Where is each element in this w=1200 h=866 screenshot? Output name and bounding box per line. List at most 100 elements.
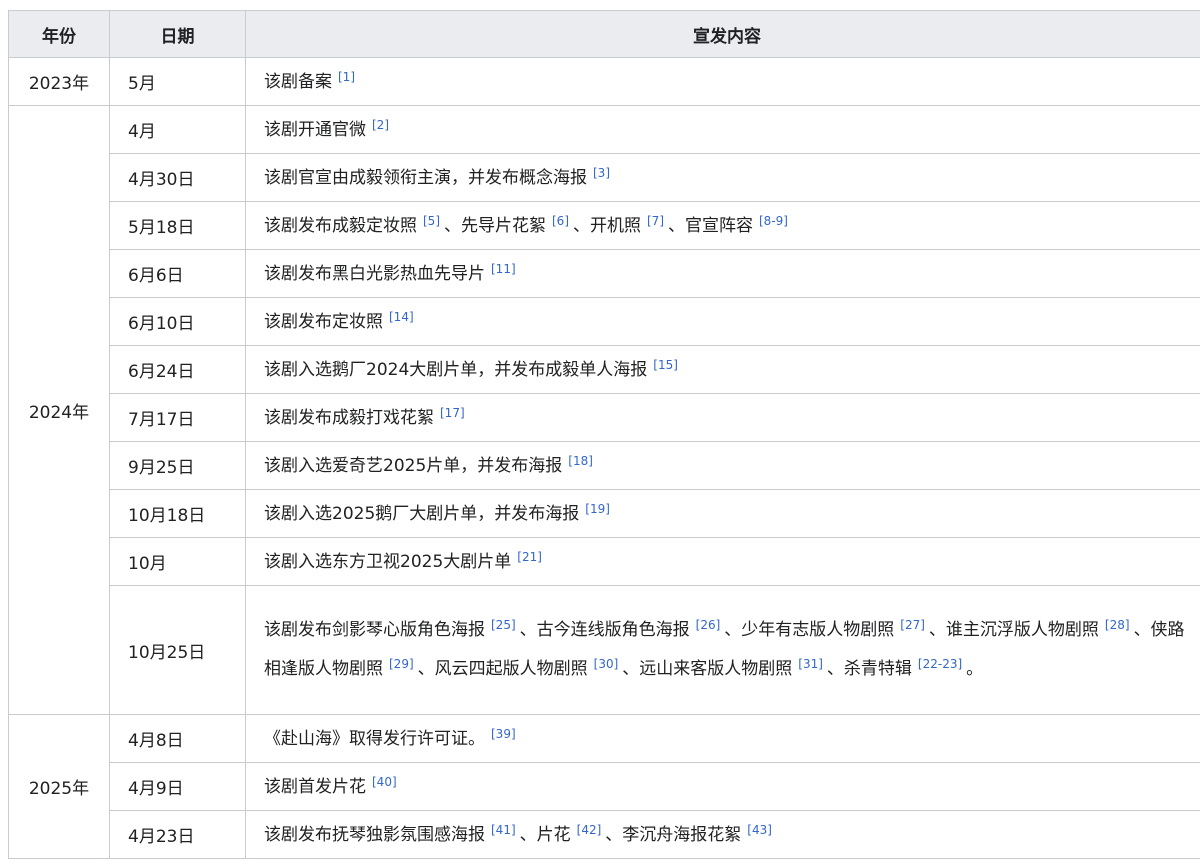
reference-link[interactable]: [14] [389, 310, 414, 324]
page: 年份 日期 宣发内容 2023年 5月 该剧备案 [1] 2024年 4月 该剧开… [0, 0, 1200, 866]
table-row: 4月30日 该剧官宣由成毅领衔主演，并发布概念海报 [3] [9, 153, 1200, 202]
table-row: 5月18日 该剧发布成毅定妆照 [5] 、先导片花絮 [6] 、开机照 [7] 、官宣阵容 [… [9, 201, 1200, 250]
date-cell: 6月6日 [109, 249, 246, 298]
date-cell: 6月10日 [109, 297, 246, 346]
content-cell: 该剧发布抚琴独影氛围感海报 [41] 、片花 [42] 、李沉舟海报花絮 [43] [245, 810, 1200, 859]
reference-link[interactable]: [19] [585, 502, 610, 516]
reference-link[interactable]: [29] [389, 657, 414, 671]
content-text: 、片花 [519, 824, 571, 845]
reference-link[interactable]: [22-23] [918, 657, 962, 671]
content-text: 该剧入选爱奇艺2025片单，并发布海报 [264, 455, 563, 476]
content-text: 该剧入选鹅厂2024大剧片单，并发布成毅单人海报 [264, 359, 648, 380]
date-cell: 4月23日 [109, 810, 246, 859]
reference-link[interactable]: [43] [747, 823, 772, 837]
content-text: 、远山来客版人物剧照 [622, 659, 793, 679]
content-text: 、杀青特辑 [826, 659, 912, 679]
content-text: 、李沉舟海报花絮 [605, 824, 742, 845]
date-cell: 4月30日 [109, 153, 246, 202]
table-row: 2023年 5月 该剧备案 [1] [8, 57, 1200, 106]
header-date: 日期 [109, 10, 246, 58]
content-cell: 该剧官宣由成毅领衔主演，并发布概念海报 [3] [245, 153, 1200, 202]
header-content: 宣发内容 [245, 10, 1200, 58]
reference-link[interactable]: [39] [491, 727, 516, 741]
reference-link[interactable]: [11] [491, 262, 516, 276]
year-cell: 2024年 [8, 105, 110, 715]
content-text: 该剧官宣由成毅领衔主演，并发布概念海报 [264, 167, 587, 188]
table-header-row: 年份 日期 宣发内容 [8, 10, 1200, 58]
date-cell: 10月 [109, 537, 246, 586]
table-row: 10月18日 该剧入选2025鹅厂大剧片单，并发布海报 [19] [9, 489, 1200, 538]
date-cell: 5月 [109, 57, 246, 106]
reference-link[interactable]: [27] [900, 618, 925, 632]
reference-link[interactable]: [1] [338, 70, 355, 84]
content-text: 、古今连线版角色海报 [519, 620, 690, 640]
content-text: 该剧发布成毅打戏花絮 [264, 407, 434, 428]
reference-link[interactable]: [17] [440, 406, 465, 420]
date-cell: 6月24日 [109, 345, 246, 394]
table-row: 6月24日 该剧入选鹅厂2024大剧片单，并发布成毅单人海报 [15] [9, 345, 1200, 394]
content-text: 该剧发布定妆照 [264, 311, 383, 332]
reference-link[interactable]: [7] [647, 214, 664, 228]
content-text: 该剧首发片花 [264, 776, 366, 797]
content-text: 、官宣阵容 [668, 215, 753, 236]
reference-link[interactable]: [40] [372, 775, 397, 789]
content-cell: 该剧发布定妆照 [14] [245, 297, 1200, 346]
content-text: 该剧入选东方卫视2025大剧片单 [264, 551, 512, 572]
content-cell: 该剧开通官微 [2] [245, 105, 1200, 154]
content-text: 该剧入选2025鹅厂大剧片单，并发布海报 [264, 503, 580, 524]
content-text: 该剧发布成毅定妆照 [264, 215, 417, 236]
content-cell: 该剧发布剑影琴心版角色海报 [25] 、古今连线版角色海报 [26] 、少年有志版人物剧… [245, 585, 1200, 715]
reference-link[interactable]: [2] [372, 118, 389, 132]
reference-link[interactable]: [41] [491, 823, 516, 837]
content-cell: 该剧入选2025鹅厂大剧片单，并发布海报 [19] [245, 489, 1200, 538]
reference-link[interactable]: [18] [568, 454, 593, 468]
table-row: 9月25日 该剧入选爱奇艺2025片单，并发布海报 [18] [9, 441, 1200, 490]
table-row: 4月23日 该剧发布抚琴独影氛围感海报 [41] 、片花 [42] 、李沉舟海报花絮 [4… [9, 810, 1200, 859]
content-text: 该剧发布黑白光影热血先导片 [264, 263, 485, 284]
reference-link[interactable]: [5] [423, 214, 440, 228]
table-row: 4月9日 该剧首发片花 [40] [9, 762, 1200, 811]
reference-link[interactable]: [8-9] [759, 214, 788, 228]
publicity-table: 年份 日期 宣发内容 2023年 5月 该剧备案 [1] 2024年 4月 该剧开… [8, 10, 1200, 859]
content-cell: 《赴山海》取得发行许可证。 [39] [245, 714, 1200, 763]
reference-link[interactable]: [30] [594, 657, 619, 671]
table-row: 10月 该剧入选东方卫视2025大剧片单 [21] [9, 537, 1200, 586]
reference-link[interactable]: [21] [517, 550, 542, 564]
date-cell: 5月18日 [109, 201, 246, 250]
content-cell: 该剧入选鹅厂2024大剧片单，并发布成毅单人海报 [15] [245, 345, 1200, 394]
date-cell: 9月25日 [109, 441, 246, 490]
content-text: 该剧发布抚琴独影氛围感海报 [264, 824, 485, 845]
content-text: 《赴山海》取得发行许可证。 [264, 728, 485, 749]
year-cell: 2023年 [8, 57, 110, 106]
table-row: 10月25日 该剧发布剑影琴心版角色海报 [25] 、古今连线版角色海报 [26] 、少… [9, 585, 1200, 715]
content-text: 、先导片花絮 [444, 215, 546, 236]
header-year: 年份 [8, 10, 110, 58]
reference-link[interactable]: [15] [653, 358, 678, 372]
date-cell: 4月9日 [109, 762, 246, 811]
content-cell: 该剧备案 [1] [245, 57, 1200, 106]
year-cell: 2025年 [8, 714, 110, 859]
table-row: 2025年 4月8日 《赴山海》取得发行许可证。 [39] [8, 714, 1200, 859]
content-text: 该剧备案 [264, 71, 332, 92]
table-row: 7月17日 该剧发布成毅打戏花絮 [17] [9, 393, 1200, 442]
date-cell: 4月 [109, 105, 246, 154]
content-text: 、少年有志版人物剧照 [724, 620, 895, 640]
date-cell: 10月18日 [109, 489, 246, 538]
table-row: 2024年 4月 该剧开通官微 [2] [8, 105, 1200, 715]
content-text: 、开机照 [573, 215, 641, 236]
reference-link[interactable]: [6] [552, 214, 569, 228]
reference-link[interactable]: [26] [696, 618, 721, 632]
reference-link[interactable]: [42] [577, 823, 602, 837]
content-text: 、风云四起版人物剧照 [417, 659, 588, 679]
content-cell: 该剧发布成毅打戏花絮 [17] [245, 393, 1200, 442]
content-cell: 该剧入选东方卫视2025大剧片单 [21] [245, 537, 1200, 586]
reference-link[interactable]: [25] [491, 618, 516, 632]
date-cell: 10月25日 [109, 585, 246, 715]
content-text: 该剧发布剑影琴心版角色海报 [264, 620, 485, 640]
reference-link[interactable]: [28] [1105, 618, 1130, 632]
content-cell: 该剧入选爱奇艺2025片单，并发布海报 [18] [245, 441, 1200, 490]
table-row: 6月6日 该剧发布黑白光影热血先导片 [11] [9, 249, 1200, 298]
reference-link[interactable]: [31] [798, 657, 823, 671]
content-text: 。 [966, 659, 984, 679]
reference-link[interactable]: [3] [593, 166, 610, 180]
